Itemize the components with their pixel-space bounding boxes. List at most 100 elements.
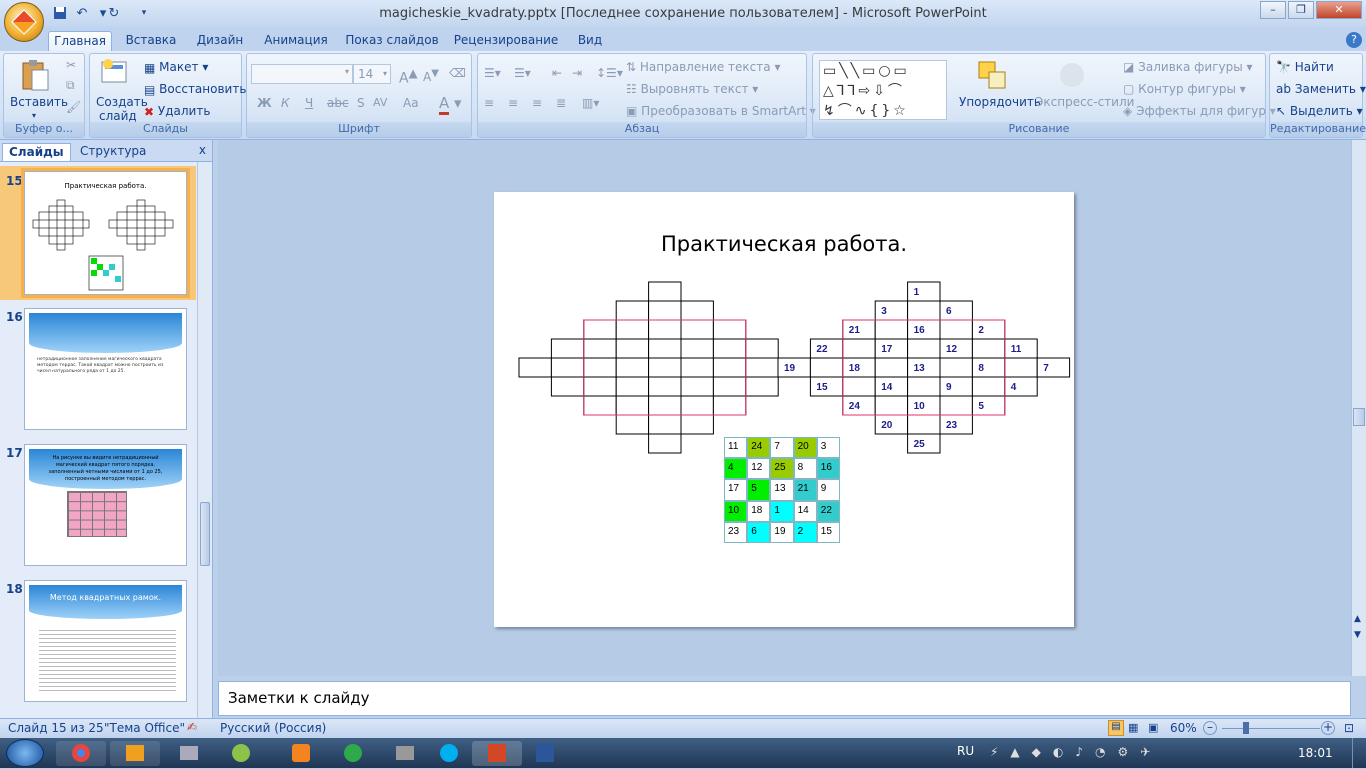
columns-icon[interactable]: ▥▾ bbox=[582, 96, 599, 110]
paste-button[interactable]: Вставить bbox=[10, 95, 68, 109]
tray-icons[interactable]: ⚡▲◆◐♪◔⚙✈ bbox=[990, 745, 1250, 761]
clock[interactable]: 18:01 bbox=[1298, 746, 1333, 760]
shape-fill-button[interactable]: ◪ Заливка фигуры ▾ bbox=[1123, 60, 1253, 74]
format-painter-icon[interactable]: 🖌 bbox=[66, 100, 81, 114]
taskbar-word-icon[interactable] bbox=[520, 741, 570, 766]
numbering-icon[interactable]: ☰▾ bbox=[514, 66, 531, 80]
shape-effects-button[interactable]: ◈ Эффекты для фигур ▾ bbox=[1123, 104, 1276, 118]
shape-outline-button[interactable]: ▢ Контур фигуры ▾ bbox=[1123, 82, 1246, 96]
start-button-icon[interactable] bbox=[6, 739, 44, 767]
strikethrough-button[interactable]: abc bbox=[327, 96, 349, 110]
taskbar-app-icon[interactable] bbox=[164, 741, 214, 766]
font-color-button[interactable]: A ▾ bbox=[439, 94, 462, 115]
taskbar-chrome-icon[interactable] bbox=[56, 741, 106, 766]
char-spacing-button[interactable]: AV bbox=[373, 96, 387, 109]
spellcheck-icon[interactable]: ✍ bbox=[187, 720, 197, 734]
grow-font-icon[interactable]: A▲ bbox=[399, 66, 418, 87]
clear-format-icon[interactable]: ⌫ bbox=[449, 66, 466, 80]
bullets-icon[interactable]: ☰▾ bbox=[484, 66, 501, 80]
taskbar-app3-icon[interactable] bbox=[380, 741, 430, 766]
tab-insert[interactable]: Вставка bbox=[122, 31, 180, 51]
tab-slideshow[interactable]: Показ слайдов bbox=[344, 31, 440, 51]
layout-button[interactable]: ▦ Макет ▾ bbox=[144, 60, 208, 75]
select-button[interactable]: ↖ Выделить ▾ bbox=[1276, 104, 1363, 118]
minimize-button[interactable]: – bbox=[1260, 1, 1286, 19]
slide-thumbnail-17[interactable]: На рисунке вы видите нетрадиционный маги… bbox=[24, 444, 187, 566]
taskbar-app2-icon[interactable] bbox=[328, 741, 378, 766]
paste-icon[interactable] bbox=[20, 58, 50, 95]
help-icon[interactable]: ? bbox=[1346, 32, 1362, 48]
taskbar-media-icon[interactable] bbox=[110, 741, 160, 766]
tab-slides[interactable]: Слайды bbox=[2, 143, 71, 161]
replace-button[interactable]: ab Заменить ▾ bbox=[1276, 82, 1366, 96]
cut-icon[interactable]: ✂ bbox=[66, 58, 76, 72]
align-left-icon[interactable]: ≡ bbox=[484, 96, 494, 110]
editor-scrollbar[interactable]: ▲ ▼ bbox=[1351, 140, 1366, 676]
language[interactable]: Русский (Россия) bbox=[220, 721, 326, 735]
change-case-button[interactable]: Aa bbox=[403, 96, 419, 110]
shapes-gallery[interactable]: ▭╲╲▭○▭ △⅂⅂⇨⇩⌒ ↯⌒∿{}☆ bbox=[819, 60, 947, 120]
zoom-level[interactable]: 60% bbox=[1170, 721, 1197, 735]
quick-styles-button[interactable]: Экспресс-стили bbox=[1035, 95, 1134, 109]
close-button[interactable]: ✕ bbox=[1316, 1, 1362, 19]
italic-button[interactable]: К bbox=[281, 96, 290, 110]
tab-review[interactable]: Рецензирование bbox=[452, 31, 560, 51]
tab-outline[interactable]: Структура bbox=[74, 143, 152, 161]
quick-styles-icon[interactable] bbox=[1057, 60, 1087, 93]
shrink-font-icon[interactable]: A▼ bbox=[423, 68, 439, 84]
panel-scroll-thumb[interactable] bbox=[200, 502, 210, 566]
tab-view[interactable]: Вид bbox=[572, 31, 608, 51]
copy-icon[interactable]: ⧉ bbox=[66, 78, 75, 93]
notes-pane[interactable]: Заметки к слайду bbox=[218, 681, 1351, 716]
new-slide-icon[interactable] bbox=[100, 58, 128, 89]
line-spacing-icon[interactable]: ↕☰▾ bbox=[596, 66, 623, 80]
arrange-button[interactable]: Упорядочить bbox=[959, 95, 1041, 109]
font-size-select[interactable]: 14 ▾ bbox=[353, 64, 391, 84]
increase-indent-icon[interactable]: ⇥ bbox=[572, 66, 582, 80]
tab-animation[interactable]: Анимация bbox=[260, 31, 332, 51]
taskbar-winamp-icon[interactable] bbox=[216, 741, 266, 766]
sorter-view-icon[interactable]: ▦ bbox=[1128, 721, 1138, 734]
underline-button[interactable]: Ч bbox=[305, 96, 313, 110]
slide-thumbnail-15[interactable]: Практическая работа. bbox=[21, 168, 190, 298]
magic-square-table[interactable]: 11 24 7 20 3 4 12 25 8 16 17 5 13 21 9 10 18 1 14 22 23 6 19 2 1… bbox=[724, 437, 840, 543]
paste-dropdown-icon[interactable]: ▾ bbox=[32, 111, 36, 120]
prev-slide-icon[interactable]: ▲ bbox=[1354, 614, 1361, 624]
arrange-icon[interactable] bbox=[977, 60, 1007, 93]
zoom-slider-thumb[interactable] bbox=[1243, 722, 1249, 734]
reset-button[interactable]: ▤ Восстановить bbox=[144, 82, 246, 97]
close-panel-icon[interactable]: x bbox=[199, 143, 206, 157]
panel-scrollbar[interactable] bbox=[197, 162, 212, 718]
font-family-select[interactable]: ▾ bbox=[251, 64, 353, 84]
fit-to-window-icon[interactable]: ⊡ bbox=[1344, 721, 1354, 735]
shadow-button[interactable]: S bbox=[357, 96, 365, 110]
align-right-icon[interactable]: ≡ bbox=[532, 96, 542, 110]
slideshow-view-icon[interactable]: ▣ bbox=[1148, 721, 1158, 734]
new-slide-label-2[interactable]: слайд bbox=[99, 109, 137, 123]
new-slide-label-1[interactable]: Создать bbox=[96, 95, 148, 109]
tab-home[interactable]: Главная bbox=[48, 31, 112, 51]
delete-slide-button[interactable]: ✖ Удалить bbox=[144, 104, 210, 119]
taskbar-odnoklassniki-icon[interactable] bbox=[276, 741, 326, 766]
maximize-button[interactable]: ❐ bbox=[1288, 1, 1314, 19]
zoom-slider[interactable] bbox=[1222, 728, 1320, 729]
justify-icon[interactable]: ≣ bbox=[556, 96, 566, 110]
input-language[interactable]: RU bbox=[957, 744, 974, 758]
smartart-button[interactable]: ▣ Преобразовать в SmartArt ▾ bbox=[626, 104, 816, 118]
show-desktop-button[interactable] bbox=[1352, 738, 1366, 768]
decrease-indent-icon[interactable]: ⇤ bbox=[552, 66, 562, 80]
slide-thumbnail-18[interactable]: Метод квадратных рамок. bbox=[24, 580, 187, 702]
taskbar-powerpoint-icon[interactable] bbox=[472, 741, 522, 766]
slide-canvas[interactable]: Практическая работа. 1 6 2 11 7 3 16 12 8 4 21 17 13… bbox=[494, 192, 1074, 627]
tab-design[interactable]: Дизайн bbox=[192, 31, 248, 51]
zoom-in-icon[interactable]: + bbox=[1321, 721, 1335, 735]
next-slide-icon[interactable]: ▼ bbox=[1354, 630, 1361, 640]
editor-scroll-thumb[interactable] bbox=[1353, 408, 1365, 426]
find-button[interactable]: 🔭 Найти bbox=[1276, 60, 1334, 74]
normal-view-icon[interactable]: ▤ bbox=[1108, 720, 1124, 736]
align-text-button[interactable]: ☷ Выровнять текст ▾ bbox=[626, 82, 758, 96]
zoom-out-icon[interactable]: – bbox=[1203, 721, 1217, 735]
office-button[interactable] bbox=[4, 2, 44, 42]
align-center-icon[interactable]: ≡ bbox=[508, 96, 518, 110]
taskbar-skype-icon[interactable] bbox=[424, 741, 474, 766]
